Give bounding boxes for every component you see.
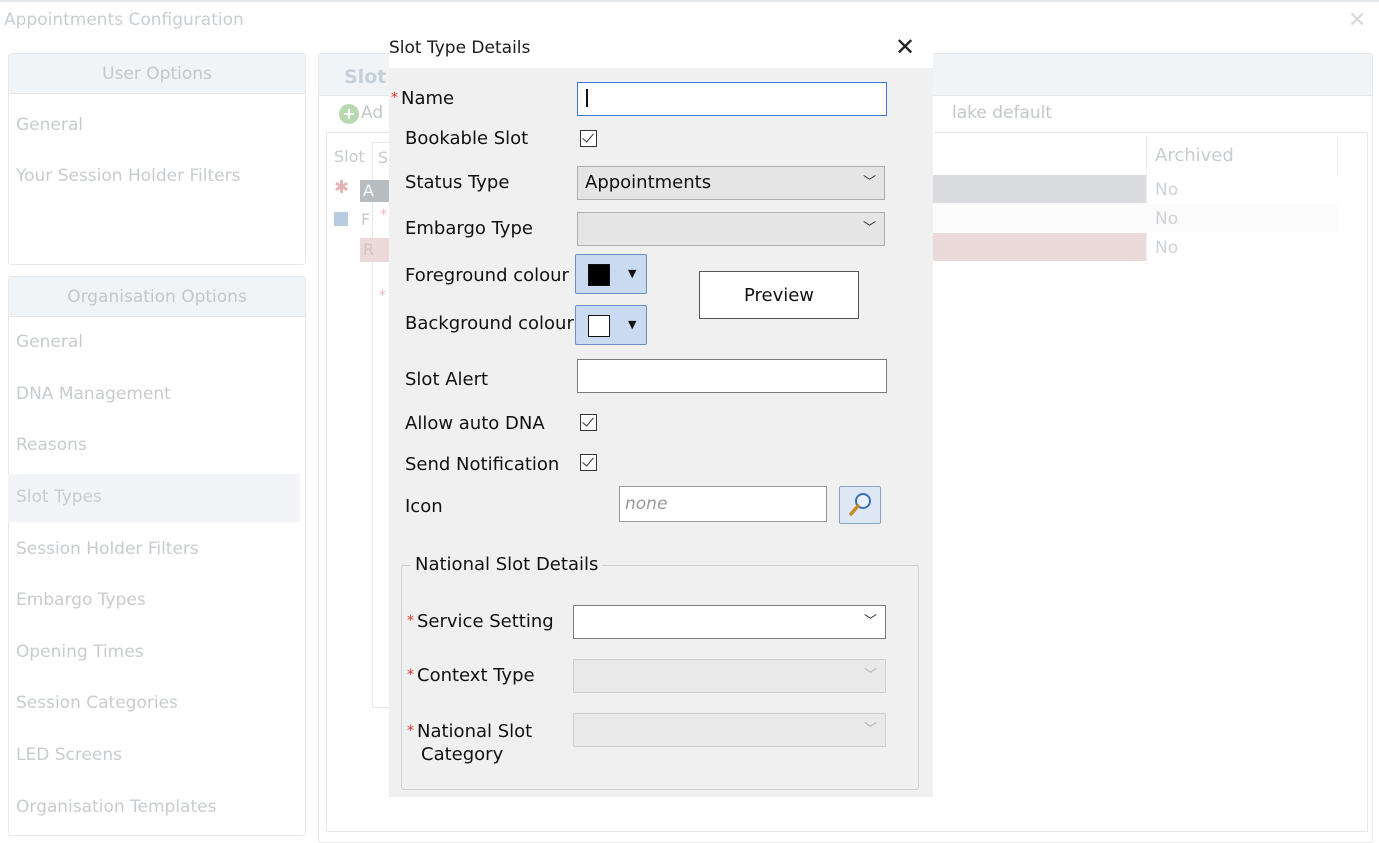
status-type-dropdown[interactable]: Appointments ﹀ <box>577 166 885 200</box>
dialog-close-icon[interactable]: ✕ <box>895 32 915 62</box>
embargo-type-label: Embargo Type <box>405 218 533 239</box>
chevron-down-icon: ﹀ <box>862 175 876 190</box>
allow-auto-dna-label: Allow auto DNA <box>405 413 545 434</box>
allow-auto-dna-checkbox[interactable] <box>580 414 597 431</box>
row-2-archived: No <box>1155 209 1179 229</box>
service-setting-label-text: Service Setting <box>417 611 554 632</box>
context-type-dropdown[interactable]: ﹀ <box>573 659 886 693</box>
national-slot-category-label: * National Slot Category <box>407 720 532 766</box>
add-button-label[interactable]: Ad <box>361 103 383 123</box>
dropdown-arrow-icon: ▼ <box>628 267 637 280</box>
background-colour-label: Background colour <box>405 313 574 334</box>
required-star: * <box>391 90 398 106</box>
national-slot-category-line2: Category <box>421 744 504 765</box>
embargo-type-dropdown[interactable]: ﹀ <box>577 212 885 246</box>
row-2-highlight[interactable] <box>933 204 1338 232</box>
add-icon[interactable]: + <box>339 104 359 124</box>
chevron-down-icon: ﹀ <box>863 614 877 629</box>
chevron-down-icon: ﹀ <box>862 221 876 236</box>
nav-org-opening-times[interactable]: Opening Times <box>16 642 144 662</box>
send-notification-checkbox[interactable] <box>580 454 597 471</box>
nav-org-organisation-templates[interactable]: Organisation Templates <box>16 797 216 817</box>
tree-folder-icon <box>334 212 348 226</box>
tree-required-marker-2: * <box>380 207 387 223</box>
org-options-header: Organisation Options <box>9 277 305 317</box>
row-3-highlight[interactable] <box>933 233 1146 261</box>
dropdown-arrow-icon: ▼ <box>628 318 637 331</box>
icon-label: Icon <box>405 496 443 517</box>
search-icon <box>849 493 871 516</box>
tree-item-r[interactable]: R <box>360 238 389 262</box>
window-top-border <box>0 0 1379 2</box>
status-type-label: Status Type <box>405 172 510 193</box>
main-panel-title: Slot <box>344 66 387 88</box>
service-setting-dropdown[interactable]: ﹀ <box>573 605 886 639</box>
nav-user-general[interactable]: General <box>16 115 83 135</box>
icon-field[interactable]: none <box>619 486 827 522</box>
tree-item-f[interactable]: F <box>361 210 370 229</box>
foreground-colour-picker[interactable]: ▼ <box>575 254 647 294</box>
dialog-title: Slot Type Details <box>389 38 531 58</box>
nav-org-embargo-types[interactable]: Embargo Types <box>16 590 146 610</box>
col-divider <box>1146 136 1147 264</box>
slot-alert-label: Slot Alert <box>405 369 489 390</box>
name-input[interactable] <box>577 82 887 116</box>
required-star: * <box>407 723 414 739</box>
user-options-panel: User Options <box>8 53 306 265</box>
window-title: Appointments Configuration <box>4 10 244 30</box>
service-setting-label: * Service Setting <box>407 611 554 632</box>
row-1-highlight[interactable] <box>933 175 1146 203</box>
national-slot-details-legend: National Slot Details <box>411 554 603 575</box>
nav-org-session-categories[interactable]: Session Categories <box>16 693 178 713</box>
background-swatch <box>588 315 610 337</box>
col-divider-2 <box>1337 136 1338 176</box>
slot-alert-input[interactable] <box>577 359 887 393</box>
nav-org-led-screens[interactable]: LED Screens <box>16 745 122 765</box>
required-star: * <box>407 613 414 629</box>
nav-user-session-holder-filters[interactable]: Your Session Holder Filters <box>16 166 240 186</box>
tree-required-marker: * <box>379 288 386 304</box>
national-slot-category-dropdown[interactable]: ﹀ <box>573 713 886 747</box>
chevron-down-icon: ﹀ <box>863 722 877 737</box>
background-colour-picker[interactable]: ▼ <box>575 305 647 345</box>
text-cursor <box>586 89 588 107</box>
status-type-value: Appointments <box>585 172 712 193</box>
name-label: * Name <box>391 88 454 109</box>
context-type-label: * Context Type <box>407 665 535 686</box>
row-1-archived: No <box>1155 180 1179 200</box>
tree-column-border <box>372 142 390 708</box>
bookable-slot-checkbox[interactable] <box>580 130 597 147</box>
send-notification-label: Send Notification <box>405 454 560 475</box>
nav-org-dna-management[interactable]: DNA Management <box>16 384 171 404</box>
bookable-slot-label: Bookable Slot <box>405 128 529 149</box>
required-star: * <box>407 667 414 683</box>
archived-column-header[interactable]: Archived <box>1155 145 1234 166</box>
chevron-down-icon: ﹀ <box>863 668 877 683</box>
context-type-label-text: Context Type <box>417 665 535 686</box>
nav-org-reasons[interactable]: Reasons <box>16 435 87 455</box>
tree-item-a[interactable]: A <box>360 180 389 202</box>
slot-type-details-dialog: Slot Type Details ✕ * Name Bookable Slot … <box>389 32 933 797</box>
window-close-icon[interactable]: ✕ <box>1348 8 1366 33</box>
user-options-header: User Options <box>9 54 305 94</box>
foreground-colour-label: Foreground colour <box>405 265 569 286</box>
make-default-button-label[interactable]: lake default <box>952 103 1052 123</box>
national-slot-category-line1: National Slot <box>417 721 533 742</box>
preview-button[interactable]: Preview <box>699 271 859 319</box>
grid-label: Slot <box>334 147 365 166</box>
nav-org-session-holder-filters[interactable]: Session Holder Filters <box>16 539 199 559</box>
tree-node-icon: ✱ <box>334 177 350 198</box>
row-3-archived: No <box>1155 238 1179 258</box>
name-label-text: Name <box>401 88 455 109</box>
nav-org-general[interactable]: General <box>16 332 83 352</box>
icon-search-button[interactable] <box>839 486 881 524</box>
grid-filter-label: S <box>378 148 389 167</box>
foreground-swatch <box>588 264 610 286</box>
nav-org-slot-types[interactable]: Slot Types <box>16 487 102 507</box>
